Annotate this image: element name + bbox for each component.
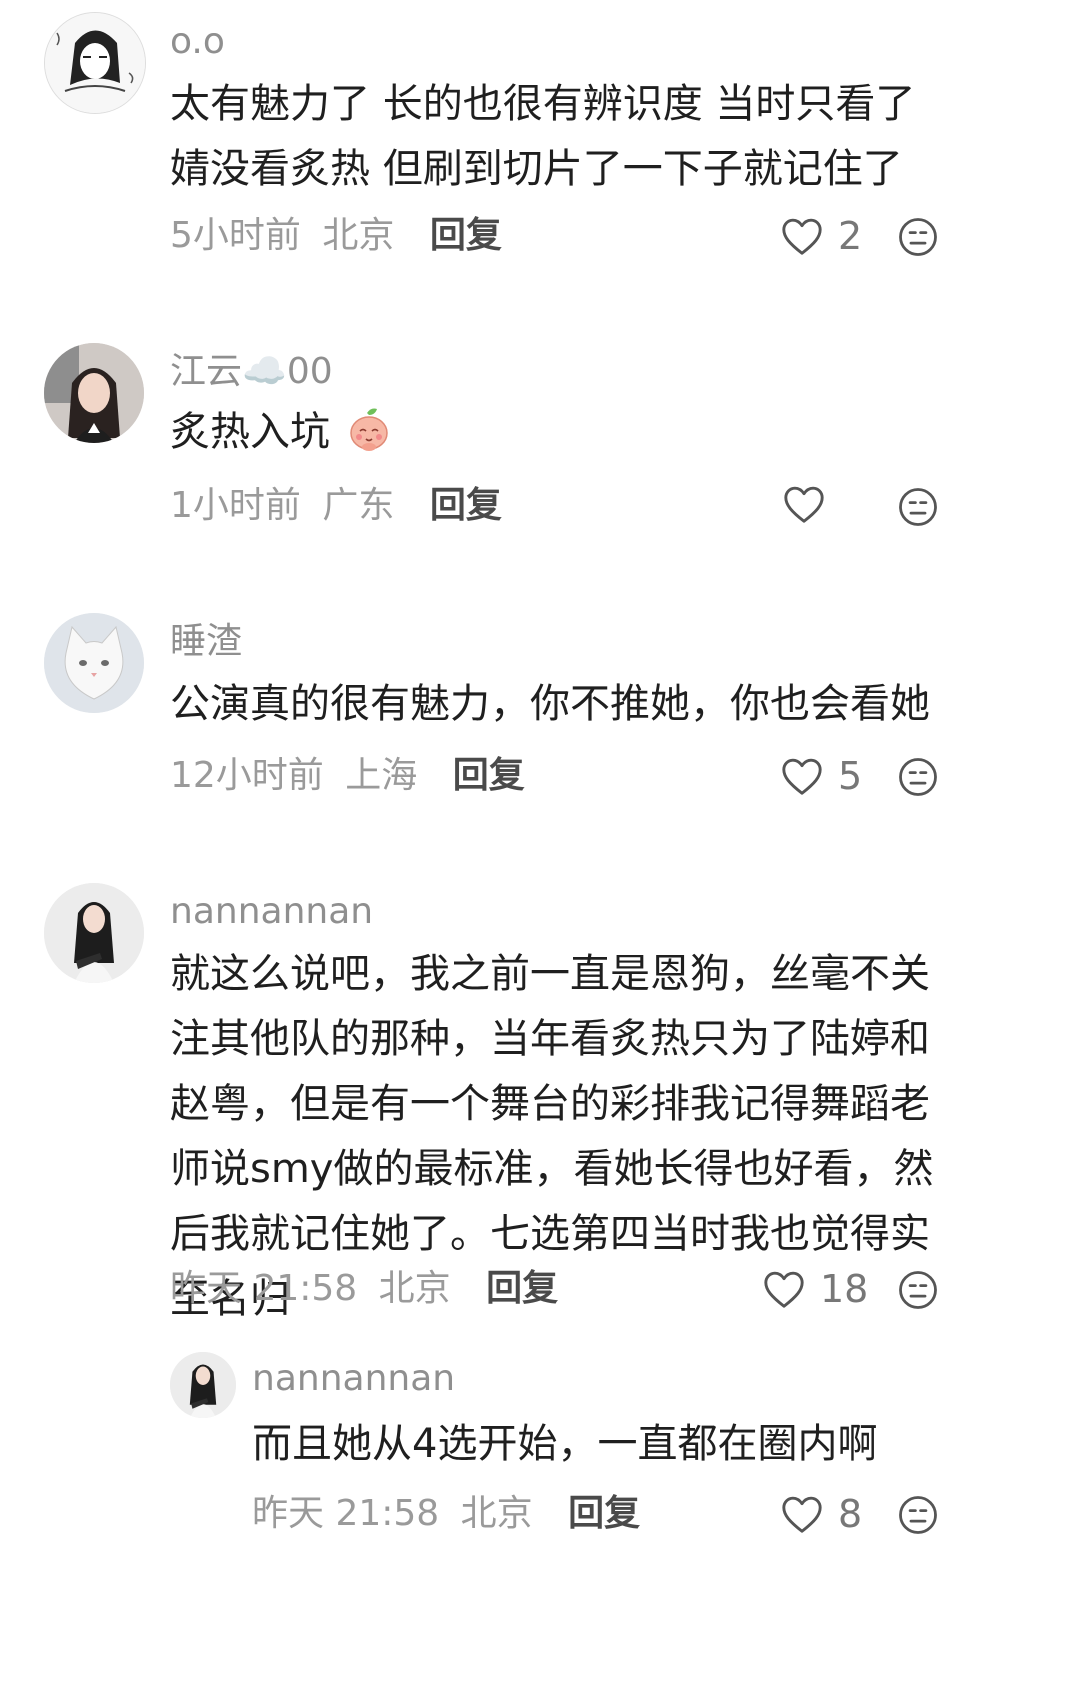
comment-time: 12小时前	[170, 755, 324, 796]
dislike-face-icon[interactable]	[897, 1494, 939, 1536]
comment-location: 北京	[322, 215, 395, 256]
heart-icon	[762, 1269, 806, 1309]
comment-location: 广东	[322, 485, 395, 526]
comment-text-content: 炙热入坑	[170, 409, 330, 455]
comment-meta: 昨天 21:58 北京 回复	[252, 1492, 640, 1536]
anime-sketch-avatar-icon	[45, 13, 145, 113]
dislike-face-icon[interactable]	[897, 756, 939, 798]
comment-meta: 昨天 21:58 北京 回复	[170, 1267, 558, 1311]
username[interactable]: nannannan	[252, 1357, 455, 1401]
comment-time: 昨天 21:58	[252, 1493, 440, 1534]
user-avatar[interactable]	[44, 883, 144, 983]
girl-portrait-avatar-icon	[170, 1352, 236, 1418]
comment-time: 1小时前	[170, 485, 301, 526]
like-count: 5	[838, 754, 863, 798]
comment-location: 北京	[378, 1268, 451, 1309]
like-button[interactable]: 18	[762, 1267, 868, 1311]
comment-meta: 1小时前 广东 回复	[170, 484, 502, 528]
username[interactable]: o.o	[170, 20, 225, 64]
dislike-face-icon[interactable]	[897, 486, 939, 528]
dislike-face-icon[interactable]	[897, 1269, 939, 1311]
like-button[interactable]	[782, 484, 840, 524]
like-count: 18	[820, 1267, 869, 1311]
reply-button[interactable]: 回复	[430, 215, 502, 256]
dislike-face-icon[interactable]	[897, 216, 939, 258]
reply-button[interactable]: 回复	[486, 1268, 558, 1309]
reply-button[interactable]: 回复	[453, 755, 525, 796]
user-avatar[interactable]	[44, 12, 146, 114]
white-cat-avatar-icon	[44, 613, 144, 713]
user-avatar[interactable]	[44, 613, 144, 713]
comment-time: 昨天 21:58	[170, 1268, 358, 1309]
comment-location: 北京	[460, 1493, 533, 1534]
comment-text: 炙热入坑	[170, 400, 1020, 465]
heart-icon	[780, 1494, 824, 1534]
comment-meta: 5小时前 北京 回复	[170, 214, 502, 258]
comment-location: 上海	[345, 755, 418, 796]
peach-emoji-icon	[349, 408, 388, 451]
comment-text: 而且她从4选开始，一直都在圈内啊	[252, 1421, 878, 1467]
like-button[interactable]: 5	[780, 754, 862, 798]
comment-meta: 12小时前 上海 回复	[170, 754, 525, 798]
heart-icon	[780, 756, 824, 796]
heart-icon	[780, 216, 824, 256]
username[interactable]: 江云☁️00	[170, 350, 333, 394]
like-button[interactable]: 2	[780, 214, 862, 258]
girl-photo-avatar-icon	[44, 343, 144, 443]
user-avatar[interactable]	[44, 343, 144, 443]
like-count: 2	[838, 214, 863, 258]
girl-portrait-avatar-icon	[44, 883, 144, 983]
comment-time: 5小时前	[170, 215, 301, 256]
user-avatar[interactable]	[170, 1352, 236, 1418]
reply-button[interactable]: 回复	[568, 1493, 640, 1534]
reply-button[interactable]: 回复	[430, 485, 502, 526]
username[interactable]: 睡渣	[170, 620, 242, 664]
like-button[interactable]: 8	[780, 1492, 862, 1536]
username[interactable]: nannannan	[170, 890, 373, 934]
comment-text: 公演真的很有魅力，你不推她，你也会看她	[170, 681, 930, 727]
comment-text: 太有魅力了 长的也很有辨识度 当时只看了婧没看炙热 但刷到切片了一下子就记住了	[170, 81, 916, 192]
like-count: 8	[838, 1492, 863, 1536]
heart-icon	[782, 484, 826, 524]
